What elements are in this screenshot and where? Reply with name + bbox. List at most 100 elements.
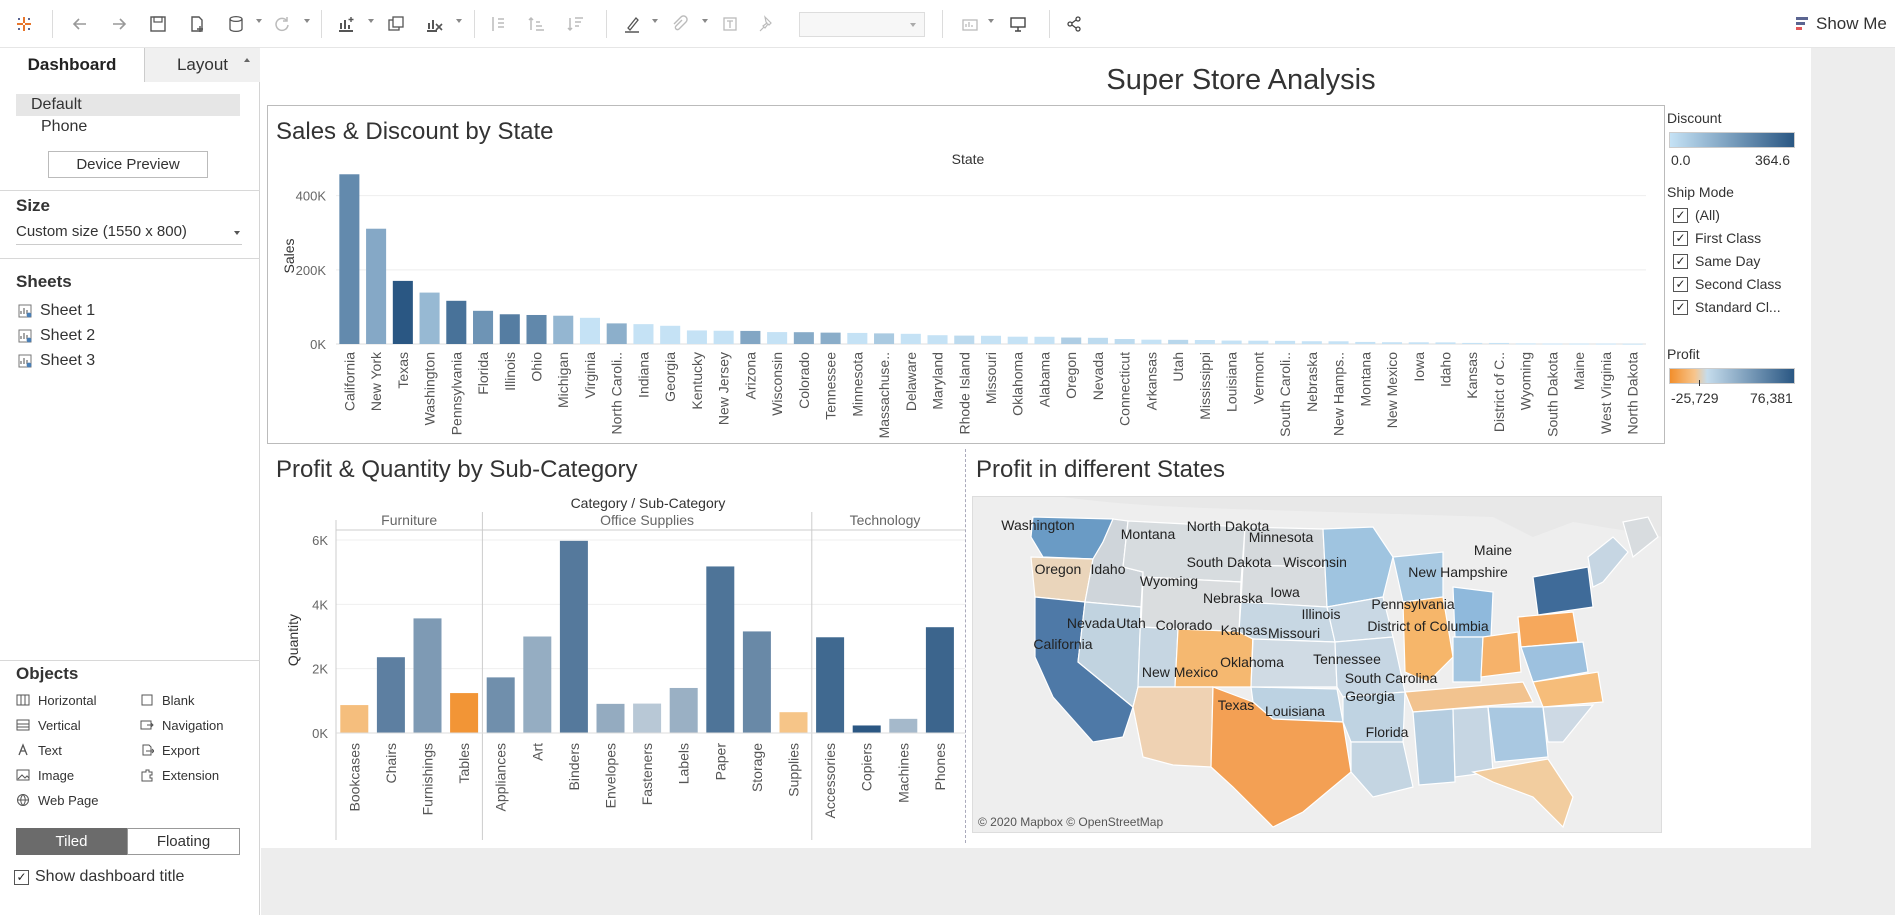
shipmode-option[interactable]: ✓ (All) [1673, 207, 1720, 223]
sheet-label: Sheet 3 [40, 352, 96, 369]
sheet-item[interactable]: Sheet 3 [18, 350, 95, 372]
tiled-toggle[interactable]: Tiled [16, 828, 127, 855]
bar-fasteners [633, 703, 662, 733]
x-tick-label: Ohio [529, 352, 545, 382]
show-cards-icon[interactable] [958, 12, 982, 36]
fit-dropdown[interactable] [799, 12, 925, 37]
share-icon[interactable] [1062, 12, 1086, 36]
bar-arizona [740, 330, 761, 344]
tab-layout[interactable]: Layout [144, 48, 260, 82]
bar-vermont [1248, 340, 1269, 344]
new-datasource-icon[interactable] [185, 12, 209, 36]
refresh-icon[interactable] [270, 12, 294, 36]
shipmode-option[interactable]: ✓ First Class [1673, 230, 1761, 246]
tab-dashboard[interactable]: Dashboard [0, 48, 144, 82]
new-worksheet-icon[interactable] [334, 12, 358, 36]
profit-map[interactable]: Washington Montana North Dakota Oregon Idaho… [972, 496, 1662, 833]
pause-updates-icon[interactable] [224, 12, 248, 36]
show-dashboard-title-checkbox[interactable]: ✓ Show dashboard title [14, 868, 184, 886]
presentation-mode-icon[interactable] [1006, 12, 1030, 36]
x-tick-label: Paper [712, 743, 728, 781]
fix-axes-icon[interactable] [755, 12, 779, 36]
state-mississippi [1412, 708, 1456, 786]
bar-new-jersey [713, 330, 734, 344]
x-tick-label: Phones [932, 743, 948, 790]
object-label: Image [38, 767, 75, 783]
state-label: Texas [1218, 697, 1255, 713]
save-icon[interactable] [146, 12, 170, 36]
size-dropdown[interactable]: Custom size (1550 x 800) [16, 221, 242, 245]
state-indiana [1452, 636, 1484, 683]
zone-profit-map[interactable]: Profit in different States Washington Mo… [967, 449, 1665, 843]
x-tick-label: Arizona [742, 352, 758, 400]
sort-descending-icon[interactable] [564, 12, 588, 36]
bar-maine [1569, 343, 1590, 345]
map-credit: © 2020 Mapbox © OpenStreetMap [978, 815, 1164, 829]
object-image[interactable]: Image [16, 765, 74, 785]
shipmode-option[interactable]: ✓ Second Class [1673, 276, 1781, 292]
x-tick-label: Copiers [859, 743, 875, 791]
object-export[interactable]: Export [140, 740, 200, 760]
labels-icon[interactable] [718, 12, 742, 36]
profit-color-ramp[interactable] [1669, 368, 1795, 384]
shipmode-option[interactable]: ✓ Same Day [1673, 253, 1760, 269]
bar-oregon [1061, 337, 1082, 344]
profit-min: -25,729 [1671, 390, 1719, 406]
state-label: Pennsylvania [1371, 596, 1454, 612]
device-phone[interactable]: Phone [16, 116, 240, 138]
discount-color-ramp[interactable] [1669, 132, 1795, 148]
highlight-icon[interactable] [620, 12, 644, 36]
state-label: Idaho [1090, 561, 1125, 577]
show-me-button[interactable]: Show Me [1796, 12, 1887, 36]
zone-divider [965, 449, 966, 843]
sort-ascending-icon[interactable] [525, 12, 549, 36]
object-extension[interactable]: Extension [140, 765, 219, 785]
bar-missouri [980, 335, 1002, 344]
group-icon[interactable] [667, 12, 691, 36]
x-tick-label: Colorado [796, 352, 812, 409]
zone-sales-discount[interactable]: Sales & Discount by State State 400K 200K 0… [267, 105, 1665, 444]
device-preview-button[interactable]: Device Preview [48, 151, 208, 178]
quantity-by-subcategory-chart: Category / Sub-Category 6K 4K 2K 0K Quantity F… [285, 495, 965, 840]
object-label: Export [162, 742, 200, 758]
bar-south-caroli- [1275, 340, 1296, 344]
object-text[interactable]: Text [16, 740, 62, 760]
object-horizontal[interactable]: Horizontal [16, 690, 97, 710]
bar-maryland [927, 335, 948, 344]
swap-icon[interactable] [486, 12, 510, 36]
device-default[interactable]: Default [16, 94, 240, 116]
bar-arkansas [1141, 339, 1162, 344]
bar-storage [742, 631, 771, 733]
y-tick-label: 4K [312, 597, 328, 612]
x-tick-label: District of C.. [1491, 352, 1507, 432]
object-web-page[interactable]: Web Page [16, 790, 98, 810]
state-pennsylvania [1517, 611, 1579, 648]
tableau-logo-icon[interactable] [12, 12, 36, 36]
bar-new-hamps- [1328, 341, 1349, 344]
sheet-item[interactable]: Sheet 1 [18, 300, 95, 322]
x-axis-title: Category / Sub-Category [571, 495, 726, 511]
shipmode-filter-title: Ship Mode [1667, 184, 1734, 200]
object-label: Web Page [38, 792, 99, 808]
zone-title: Profit in different States [976, 456, 1226, 483]
sheet-item[interactable]: Sheet 2 [18, 325, 95, 347]
object-navigation[interactable]: Navigation [140, 715, 223, 735]
x-tick-label: New Jersey [716, 352, 732, 425]
x-tick-label: Texas [395, 352, 411, 389]
duplicate-sheet-icon[interactable] [384, 12, 408, 36]
x-tick-label: California [341, 352, 357, 411]
clear-sheet-icon[interactable] [422, 12, 446, 36]
redo-icon[interactable] [107, 12, 131, 36]
zone-profit-quantity[interactable]: Profit & Quantity by Sub-Category Catego… [267, 449, 965, 843]
x-tick-label: Washington [422, 352, 438, 425]
floating-toggle[interactable]: Floating [127, 828, 240, 855]
undo-icon[interactable] [68, 12, 92, 36]
object-blank[interactable]: Blank [140, 690, 195, 710]
checkbox-checked-icon: ✓ [1673, 207, 1688, 223]
bar-new-york [366, 228, 387, 344]
shipmode-option[interactable]: ✓ Standard Cl... [1673, 299, 1781, 315]
object-vertical[interactable]: Vertical [16, 715, 81, 735]
size-section-title: Size [16, 196, 51, 215]
bar-nevada [1087, 337, 1108, 344]
bar-south-dakota [1542, 343, 1563, 345]
